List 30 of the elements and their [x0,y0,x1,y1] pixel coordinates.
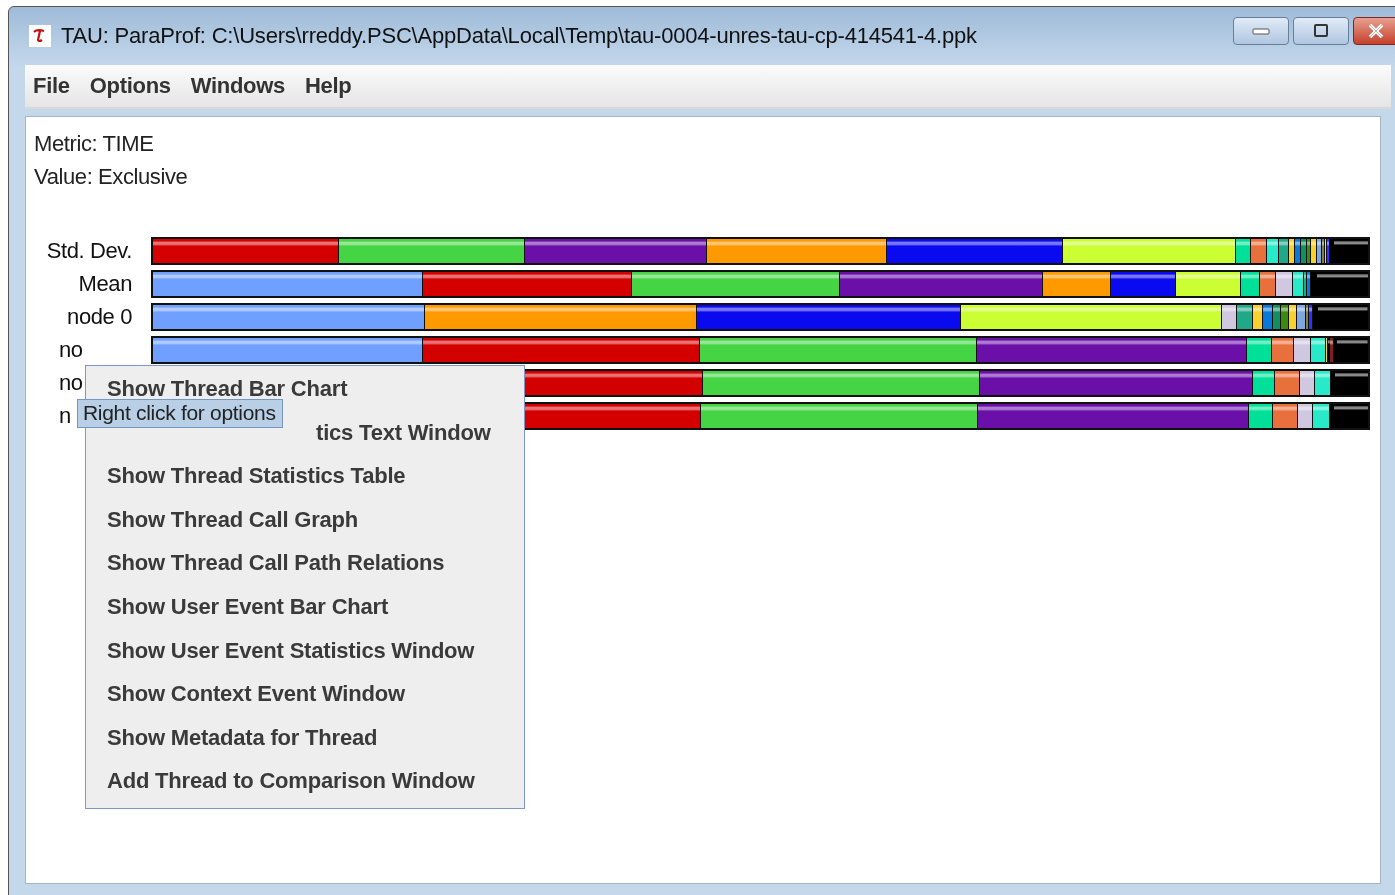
menu-item[interactable]: Show Thread Call Graph [86,506,524,551]
menu-item[interactable]: File [25,73,82,99]
row-label: Std. Dev. [46,238,132,263]
row-label: no [59,370,83,395]
window-title: TAU: ParaProf: C:\Users\rreddy.PSC\AppData\Local\Temp\tau-0004-unres-tau-cp-414541-4.ppk [61,23,977,49]
menu-item[interactable]: Add Thread to Comparison Window [86,768,524,812]
menu-item[interactable]: Show User Event Bar Chart [86,593,524,638]
menu-item[interactable]: Options [81,73,183,99]
close-button[interactable] [1353,17,1395,45]
maximize-button[interactable] [1293,17,1349,45]
row-label: n [59,403,71,428]
menu-item[interactable]: Show User Event Statistics Window [86,637,524,682]
maximize-icon [1311,23,1331,39]
tooltip: Right click for options [77,399,283,428]
minimize-button[interactable] [1233,17,1289,45]
info-label: Value: Exclusive [34,163,189,191]
menu-item[interactable]: Show Metadata for Thread [86,724,524,769]
row-label: no [59,337,83,362]
close-icon [1366,23,1386,39]
menu-item[interactable]: Show Context Event Window [86,681,524,725]
menu-item[interactable]: Show Thread Call Path Relations [86,550,524,594]
menu-item[interactable]: Windows [182,73,297,99]
menu-item[interactable]: tics Text Window [316,419,491,464]
minimize-icon [1251,26,1271,36]
menu-item[interactable]: Show Thread Statistics Table [86,463,524,507]
row-label: Mean [78,271,132,296]
app-icon [29,25,51,47]
info-label: Metric: TIME [34,130,155,158]
menu-item[interactable]: Help [296,73,364,99]
row-label: node 0 [67,304,132,329]
